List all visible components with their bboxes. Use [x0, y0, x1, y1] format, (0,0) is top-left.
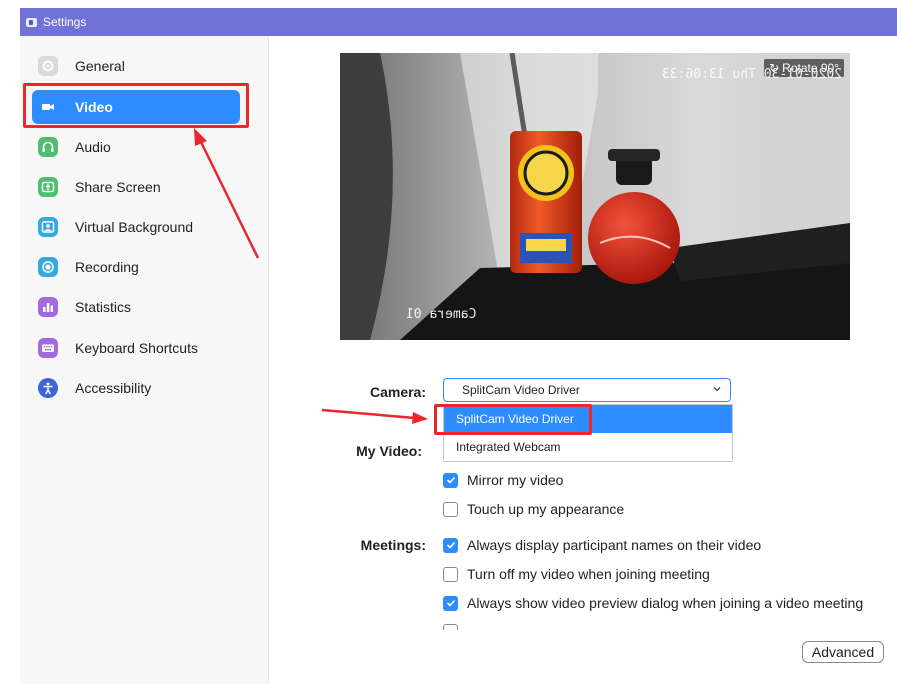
camera-select[interactable]: SplitCam Video Driver: [443, 378, 731, 402]
window-title: Settings: [43, 15, 87, 29]
checkbox-checked-icon: [443, 472, 458, 488]
sidebar-item-label: Recording: [75, 259, 139, 275]
title-bar: Settings: [20, 8, 897, 36]
osd-timestamp: 2020-01-30 Thu 13:06:33: [662, 67, 843, 82]
checkbox-checked-icon: [443, 537, 458, 553]
sidebar-item-keyboard-shortcuts[interactable]: Keyboard Shortcuts: [32, 331, 240, 365]
sidebar-item-share-screen[interactable]: Share Screen: [32, 170, 240, 204]
sidebar-item-label: General: [75, 58, 125, 74]
gear-icon: [38, 56, 58, 76]
mirror-video-checkbox[interactable]: Mirror my video: [443, 471, 563, 489]
checkbox-unchecked-icon: [443, 501, 458, 517]
osd-camera-name: Camera 01: [406, 307, 477, 322]
camera-feed-image: [340, 53, 850, 340]
checkbox-checked-icon: [443, 595, 458, 611]
share-screen-icon: [38, 177, 58, 197]
sidebar-item-statistics[interactable]: Statistics: [32, 290, 240, 324]
checkbox-unchecked-icon: [443, 624, 458, 630]
person-frame-icon: [38, 217, 58, 237]
sidebar-item-accessibility[interactable]: Accessibility: [32, 371, 240, 405]
sidebar-item-general[interactable]: General: [32, 49, 240, 83]
sidebar-item-label: Statistics: [75, 299, 132, 315]
show-video-preview-dialog-checkbox[interactable]: Always show video preview dialog when jo…: [443, 594, 863, 612]
accessibility-icon: [38, 378, 58, 398]
checkbox-label: Touch up my appearance: [467, 501, 625, 517]
video-preview: ↻ Rotate 90° 2020-01-30 Thu 13:06:33 Cam…: [340, 53, 850, 340]
annotation-highlight-splitcam-option: [434, 404, 592, 435]
checkbox-label: Always display participant names on thei…: [467, 537, 762, 553]
keyboard-icon: [38, 338, 58, 358]
sidebar-item-label: Share Screen: [75, 179, 161, 195]
checkbox-label: Turn off my video when joining meeting: [467, 566, 710, 582]
camera-option-integrated-webcam[interactable]: Integrated Webcam: [444, 433, 732, 461]
sidebar-item-recording[interactable]: Recording: [32, 250, 240, 284]
clipped-checkbox-row: [443, 622, 663, 630]
record-icon: [38, 257, 58, 277]
sidebar-item-virtual-background[interactable]: Virtual Background: [32, 210, 240, 244]
display-participant-names-checkbox[interactable]: Always display participant names on thei…: [443, 536, 761, 554]
sidebar-item-label: Keyboard Shortcuts: [75, 340, 198, 356]
zoom-app-icon: [26, 17, 37, 27]
camera-label: Camera:: [369, 384, 426, 400]
camera-select-value: SplitCam Video Driver: [462, 383, 580, 397]
bar-chart-icon: [38, 297, 58, 317]
advanced-button[interactable]: Advanced: [802, 641, 884, 663]
sidebar-item-label: Virtual Background: [75, 219, 194, 235]
annotation-highlight-video-tab: [23, 83, 249, 128]
meetings-label: Meetings:: [360, 537, 426, 553]
touch-up-appearance-checkbox[interactable]: Touch up my appearance: [443, 500, 624, 518]
turn-off-video-on-join-checkbox[interactable]: Turn off my video when joining meeting: [443, 565, 710, 583]
sidebar-item-label: Accessibility: [75, 380, 152, 396]
checkbox-label: Mirror my video: [467, 472, 564, 488]
checkbox-unchecked-icon: [443, 566, 458, 582]
sidebar-item-label: Audio: [75, 139, 111, 155]
my-video-label: My Video:: [356, 443, 422, 459]
checkbox-label: Always show video preview dialog when jo…: [467, 595, 864, 611]
settings-sidebar: General Video Audio Share Screen Virtual…: [20, 36, 269, 684]
sidebar-item-audio[interactable]: Audio: [32, 130, 240, 164]
chevron-down-icon: [713, 387, 721, 392]
headphones-icon: [38, 137, 58, 157]
